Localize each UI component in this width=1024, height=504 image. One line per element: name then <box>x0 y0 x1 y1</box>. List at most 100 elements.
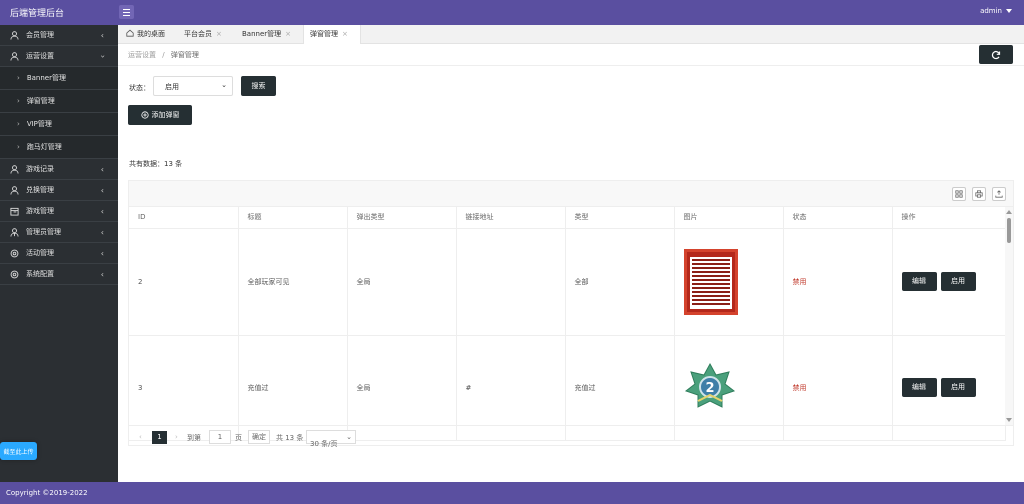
pagination: ‹ 1 › 到第 1 页 确定 共 13 条 30 条/页 ⌄ <box>129 425 1013 448</box>
chevron-left-icon: ‹ <box>100 207 104 216</box>
table-row: 2 全部玩家可见 全局 全部 禁用 编辑 启用 <box>129 228 1006 336</box>
tab-desktop[interactable]: 我的桌面 <box>120 25 165 44</box>
tab-label: 平台会员 <box>184 30 212 38</box>
column-header: 状态 <box>783 207 893 229</box>
sidebar-subitem-popup[interactable]: › 弹窗管理 <box>0 90 118 113</box>
goto-confirm-button[interactable]: 确定 <box>248 430 270 444</box>
export-button[interactable] <box>992 187 1006 201</box>
chevron-right-icon: › <box>17 120 20 128</box>
menu-toggle-button[interactable] <box>119 5 134 19</box>
refresh-button[interactable] <box>979 45 1013 64</box>
status-label: 状态： <box>129 84 150 92</box>
settings-icon <box>10 270 19 278</box>
app-title: 后端管理后台 <box>10 9 65 19</box>
sidebar-subitem-label: 弹窗管理 <box>26 97 55 105</box>
chevron-left-icon: ‹ <box>100 249 104 258</box>
refresh-icon <box>991 50 1001 60</box>
sidebar-item-exchange[interactable]: 兑换管理 ‹ <box>0 180 118 201</box>
goto-page-input[interactable]: 1 <box>209 430 231 444</box>
close-icon[interactable]: × <box>216 30 222 38</box>
scroll-up-icon[interactable] <box>1006 210 1012 214</box>
tab-banner[interactable]: Banner管理 × <box>236 25 291 44</box>
sidebar-subitem-vip[interactable]: › VIP管理 <box>0 113 118 136</box>
close-icon[interactable]: × <box>342 30 348 38</box>
admin-icon <box>10 227 19 237</box>
page-size-select[interactable]: 30 条/页 ⌄ <box>306 430 356 448</box>
sidebar-item-operations[interactable]: 运营设置 ‹ <box>0 46 118 67</box>
home-icon <box>126 29 134 37</box>
sidebar-item-label: 会员管理 <box>26 31 54 39</box>
page-current[interactable]: 1 <box>152 431 167 444</box>
columns-icon <box>955 190 963 198</box>
column-header: 标题 <box>238 207 348 229</box>
sidebar-item-system[interactable]: 系统配置 ‹ <box>0 264 118 285</box>
print-button[interactable] <box>972 187 986 201</box>
sidebar-subitem-banner[interactable]: › Banner管理 <box>0 67 118 90</box>
breadcrumb-separator: / <box>162 51 165 59</box>
user-icon <box>10 164 19 174</box>
sidebar-item-label: 兑换管理 <box>26 186 54 194</box>
settings-icon <box>10 249 19 257</box>
scrollbar-thumb[interactable] <box>1007 218 1011 243</box>
next-page-icon[interactable]: › <box>175 433 178 441</box>
tab-label: Banner管理 <box>242 30 282 38</box>
cell-type: 全部 <box>565 228 675 336</box>
search-button[interactable]: 搜索 <box>241 76 276 96</box>
feedback-button[interactable]: 截至此上传 <box>0 442 37 460</box>
top-bar: 后端管理后台 admin <box>0 0 1024 25</box>
caret-down-icon <box>1006 9 1012 13</box>
sidebar-item-game-records[interactable]: 游戏记录 ‹ <box>0 159 118 180</box>
chevron-right-icon: › <box>17 143 20 151</box>
sidebar-item-games[interactable]: 游戏管理 ‹ <box>0 201 118 222</box>
column-header: 类型 <box>565 207 675 229</box>
column-header: 链接地址 <box>456 207 566 229</box>
add-popup-button[interactable]: 添加弹窗 <box>128 105 192 125</box>
promo-poster-image[interactable] <box>683 248 738 315</box>
sidebar: 会员管理 ‹ 运营设置 ‹ › Banner管理 › 弹窗管理 › VIP管理 › 跑马… <box>0 25 118 482</box>
sidebar-item-members[interactable]: 会员管理 ‹ <box>0 25 118 46</box>
username: admin <box>980 7 1002 15</box>
chevron-right-icon: › <box>17 74 20 82</box>
chevron-left-icon: ‹ <box>100 186 104 195</box>
columns-toggle-button[interactable] <box>952 187 966 201</box>
sidebar-item-label: 游戏记录 <box>26 165 54 173</box>
table-scrollbar[interactable] <box>1005 207 1013 425</box>
calendar-icon <box>10 207 19 216</box>
page-size-value: 30 条/页 <box>310 440 338 448</box>
vip-badge-image[interactable]: 2 <box>684 361 736 413</box>
edit-button[interactable]: 编辑 <box>901 378 937 397</box>
data-grid: ID 标题 弹出类型 链接地址 类型 图片 状态 操作 2 全部玩家可见 全局 … <box>128 180 1014 448</box>
sidebar-item-admins[interactable]: 管理员管理 ‹ <box>0 222 118 243</box>
scroll-down-icon[interactable] <box>1006 418 1012 422</box>
edit-button[interactable]: 编辑 <box>901 272 937 291</box>
column-header: ID <box>129 207 239 229</box>
export-icon <box>995 190 1003 198</box>
print-icon <box>975 190 983 198</box>
table-header-row: ID 标题 弹出类型 链接地址 类型 图片 状态 操作 <box>129 207 1006 229</box>
chevron-left-icon: ‹ <box>100 31 104 40</box>
cell-popup-type: 全局 <box>347 228 457 336</box>
tab-bar: 我的桌面 平台会员 × Banner管理 × 弹窗管理 × <box>118 25 1024 44</box>
close-icon[interactable]: × <box>285 30 291 38</box>
chevron-left-icon: ‹ <box>100 270 104 279</box>
breadcrumb-parent[interactable]: 运营设置 <box>128 51 156 59</box>
user-menu[interactable]: admin <box>980 7 1012 15</box>
sidebar-subitem-marquee[interactable]: › 跑马灯管理 <box>0 136 118 159</box>
prev-page-icon[interactable]: ‹ <box>139 433 142 441</box>
sidebar-subitem-label: 跑马灯管理 <box>26 143 62 151</box>
page-unit-label: 页 <box>235 434 242 442</box>
tab-popup[interactable]: 弹窗管理 × <box>303 25 361 44</box>
status-badge: 禁用 <box>783 228 893 336</box>
column-header: 弹出类型 <box>347 207 457 229</box>
status-select[interactable]: 启用 ⌄ <box>153 76 233 96</box>
popup-table: ID 标题 弹出类型 链接地址 类型 图片 状态 操作 2 全部玩家可见 全局 … <box>129 207 1006 441</box>
tab-label: 弹窗管理 <box>310 30 338 38</box>
enable-button[interactable]: 启用 <box>940 272 976 291</box>
chevron-down-icon: ⌄ <box>221 81 227 89</box>
enable-button[interactable]: 启用 <box>940 378 976 397</box>
sidebar-item-activities[interactable]: 活动管理 ‹ <box>0 243 118 264</box>
tab-members[interactable]: 平台会员 × <box>178 25 222 44</box>
goto-label: 到第 <box>187 434 201 442</box>
add-popup-label: 添加弹窗 <box>151 111 180 119</box>
sidebar-item-label: 运营设置 <box>26 52 54 60</box>
